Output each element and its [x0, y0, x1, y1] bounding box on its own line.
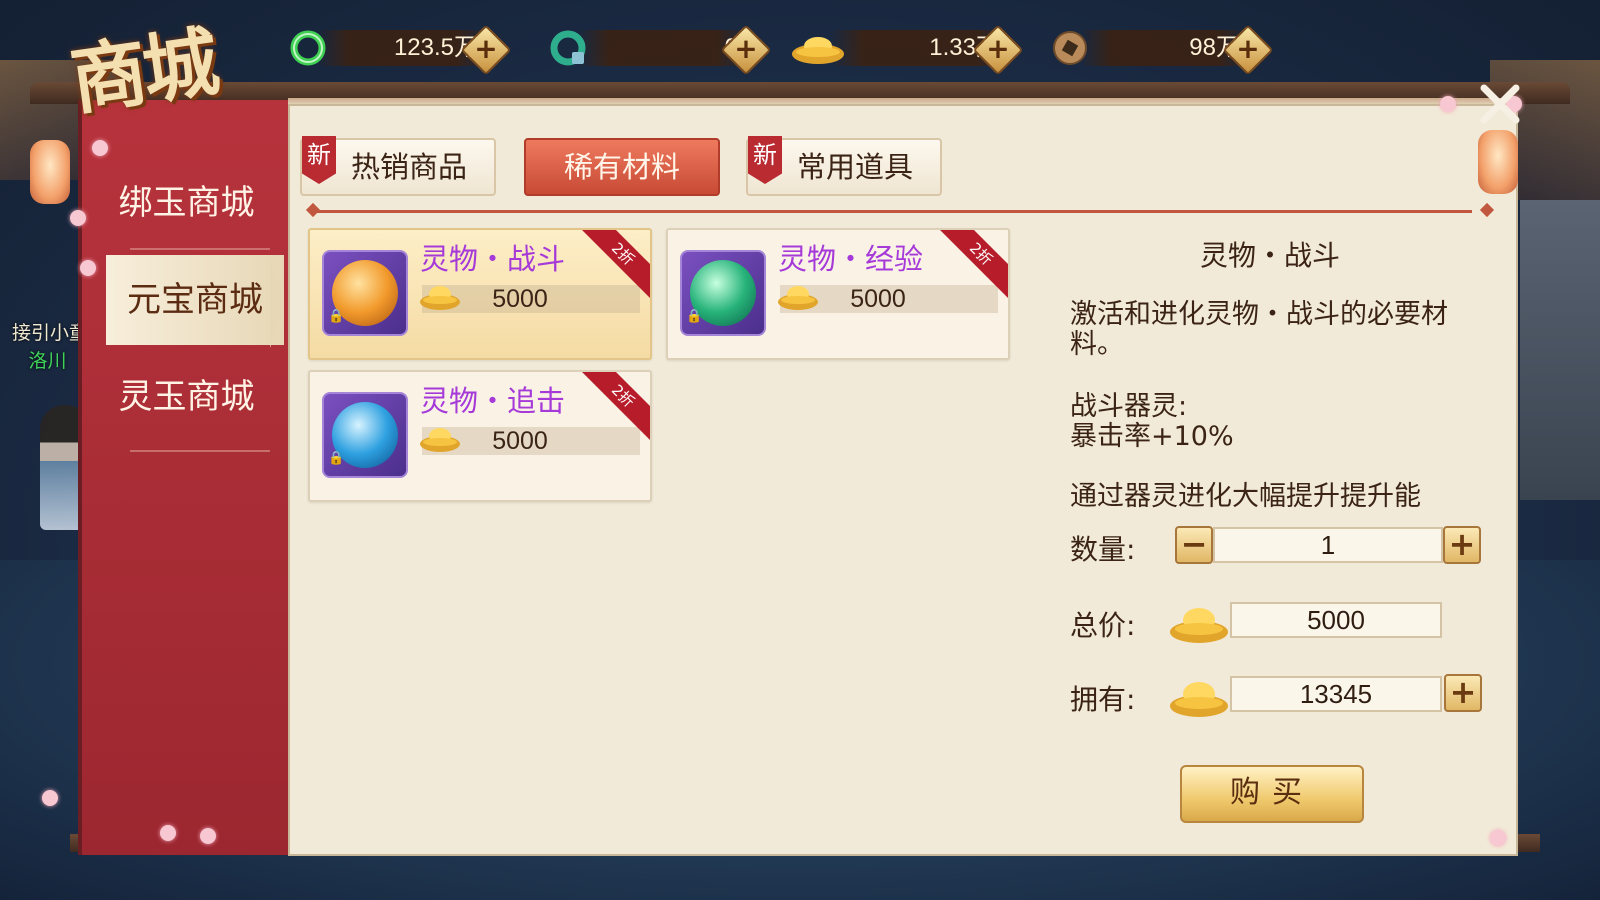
tab-hot-items[interactable]: 新 热销商品: [300, 136, 496, 196]
tab-rare-materials[interactable]: 稀有材料: [524, 138, 720, 196]
evolve-text: 通过器灵进化大幅提升提升能: [1070, 481, 1421, 512]
spirit-effect: 暴击率+10%: [1070, 421, 1234, 452]
item-name: 灵物・战斗: [420, 242, 566, 276]
gold-ingot-icon: [420, 286, 460, 310]
menu-divider: [130, 248, 270, 250]
sidebar-item-spirit-jade-shop[interactable]: 灵玉商城: [94, 352, 279, 442]
lantern-icon: [30, 140, 70, 204]
blossom-icon: [80, 260, 96, 276]
gold-ingot-icon: [1170, 682, 1228, 717]
blossom-icon: [1490, 830, 1506, 846]
sidebar-item-ingot-shop[interactable]: 元宝商城: [106, 255, 284, 345]
discount-ribbon: 2折: [940, 230, 1008, 298]
add-owned-button[interactable]: +: [1444, 674, 1482, 712]
plus-icon: +: [1236, 32, 1260, 65]
increase-quantity-button[interactable]: +: [1443, 526, 1481, 564]
currency-value: 98万: [1189, 34, 1240, 61]
menu-divider: [130, 450, 270, 452]
blossom-icon: [1440, 96, 1456, 112]
tab-label: 常用道具: [796, 150, 913, 184]
sidebar-item-bound-jade-shop[interactable]: 绑玉商城: [94, 158, 279, 248]
tab-label: 热销商品: [350, 150, 467, 184]
owned-label: 拥有:: [1070, 683, 1136, 716]
quantity-label: 数量:: [1070, 533, 1136, 566]
detail-title: 灵物・战斗: [1199, 239, 1340, 272]
plus-icon: +: [734, 32, 758, 65]
page-title: 商城: [65, 17, 221, 126]
item-price: 5000: [492, 285, 548, 313]
blossom-icon: [160, 825, 176, 841]
blossom-icon: [92, 140, 108, 156]
currency-bar: 123.5万 + 0 + 1.33万 + 98万 +: [280, 18, 1280, 76]
currency-value: 0: [578, 30, 738, 66]
tab-label: 稀有材料: [563, 150, 680, 184]
blossom-icon: [70, 210, 86, 226]
gold-ingot-icon: [420, 428, 460, 452]
lock-icon: 🔒: [328, 309, 345, 324]
spirit-label: 战斗器灵:: [1070, 391, 1188, 422]
item-card[interactable]: 🔒 灵物・战斗 5000 2折: [308, 228, 652, 360]
item-price: 5000: [850, 285, 906, 313]
currency-value: 123.5万: [393, 34, 478, 61]
blossom-icon: [200, 828, 216, 844]
item-price: 5000: [492, 427, 548, 455]
owned-amount-field: 13345: [1230, 676, 1442, 712]
lock-icon: 🔒: [328, 451, 345, 466]
close-icon[interactable]: [1476, 80, 1524, 128]
discount-ribbon: 2折: [582, 372, 650, 440]
quantity-stepper[interactable]: 1: [1213, 527, 1443, 563]
tab-divider: [312, 210, 1472, 213]
decrease-quantity-button[interactable]: −: [1175, 526, 1213, 564]
gold-ingot-icon: [778, 286, 818, 310]
discount-label: 2折: [582, 230, 650, 298]
item-card[interactable]: 🔒 灵物・追击 5000 2折: [308, 370, 652, 502]
discount-label: 2折: [582, 372, 650, 440]
blossom-icon: [42, 790, 58, 806]
discount-ribbon: 2折: [582, 230, 650, 298]
plus-icon: +: [986, 32, 1010, 65]
item-card[interactable]: 🔒 灵物・经验 5000 2折: [666, 228, 1010, 360]
discount-label: 2折: [940, 230, 1008, 298]
detail-description: 激活和进化灵物・战斗的必要材料。: [1070, 299, 1448, 360]
item-name: 灵物・追击: [420, 384, 566, 418]
item-thumbnail: 🔒: [322, 250, 408, 336]
total-price-field: 5000: [1230, 602, 1442, 638]
plus-icon: +: [474, 32, 498, 65]
lantern-icon: [1478, 130, 1518, 194]
buy-button[interactable]: 购买: [1180, 765, 1364, 823]
total-label: 总价:: [1070, 609, 1136, 642]
tab-common-items[interactable]: 新 常用道具: [746, 136, 942, 196]
item-thumbnail: 🔒: [322, 392, 408, 478]
active-indicator: [270, 258, 284, 348]
gold-ingot-icon: [1170, 608, 1228, 643]
item-name: 灵物・经验: [778, 242, 924, 276]
item-thumbnail: 🔒: [680, 250, 766, 336]
lock-icon: 🔒: [686, 309, 703, 324]
